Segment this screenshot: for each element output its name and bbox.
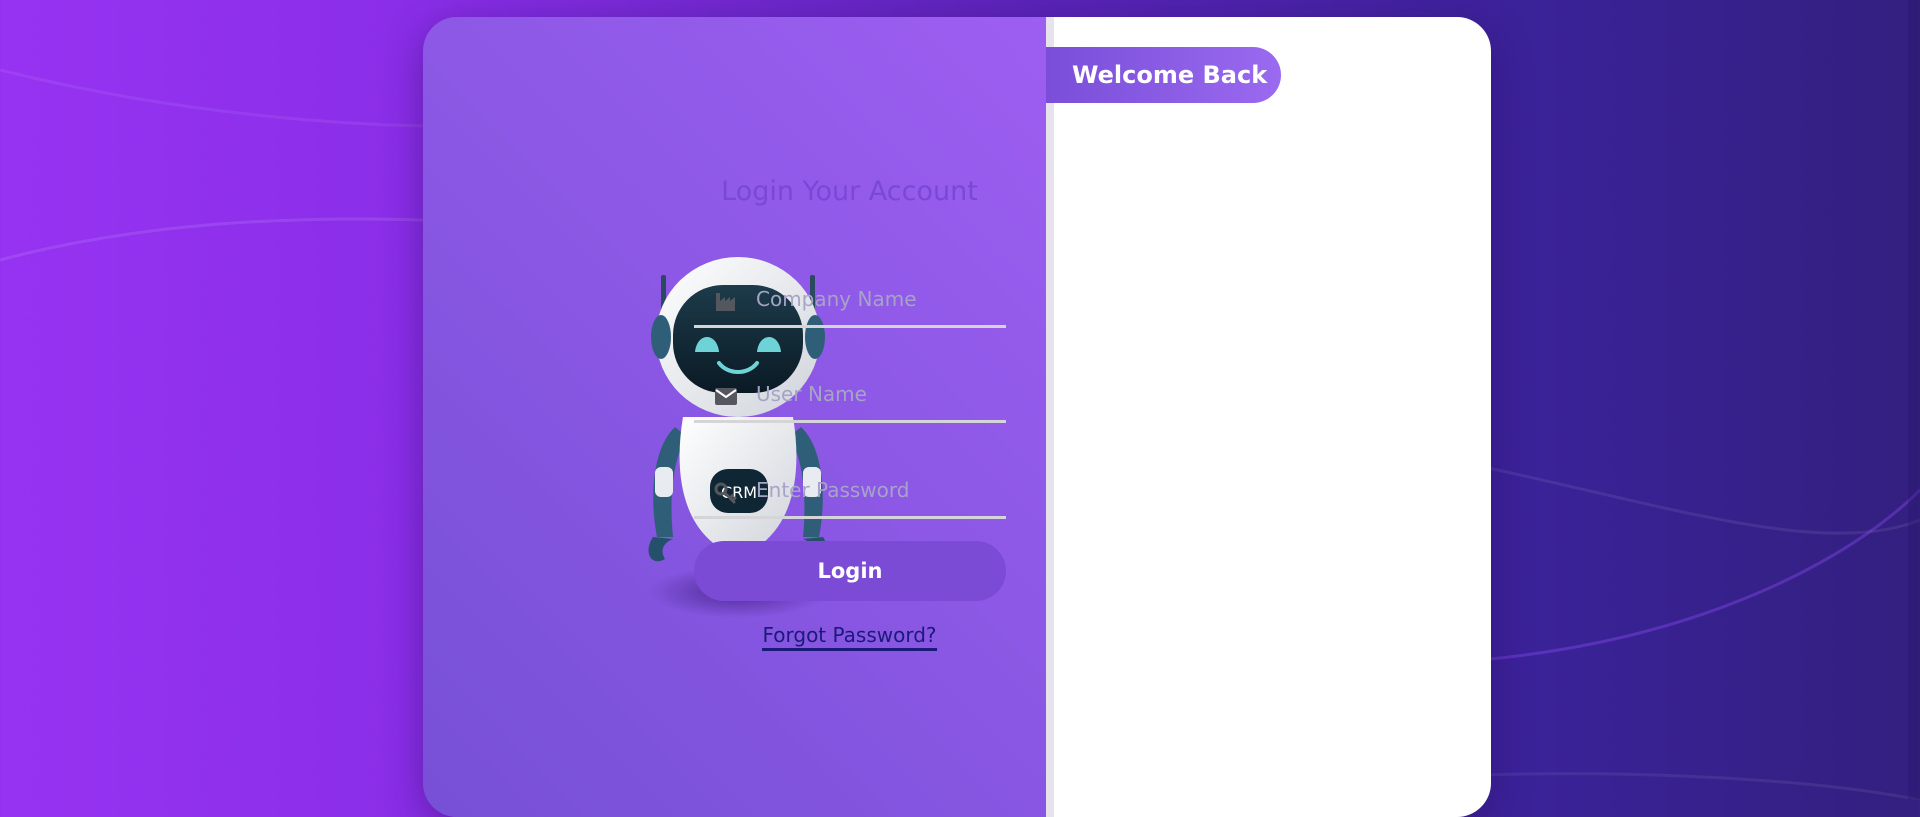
forgot-password-link[interactable]: Forgot Password? [762, 623, 937, 651]
user-name-input[interactable] [754, 376, 1003, 412]
company-name-input[interactable] [754, 281, 1003, 317]
user-name-field [694, 368, 1006, 423]
forgot-password-wrapper: Forgot Password? [631, 623, 1068, 651]
password-input[interactable] [754, 472, 1003, 508]
welcome-badge: Welcome Back [1046, 47, 1281, 103]
panel-divider [1046, 17, 1054, 817]
login-title: Login Your Account [721, 176, 978, 207]
company-name-field [694, 273, 1006, 328]
key-icon [714, 482, 737, 504]
page-scrollbar[interactable] [1908, 0, 1920, 800]
login-button[interactable]: Login [694, 541, 1006, 601]
industry-icon [716, 293, 735, 311]
envelope-icon [715, 388, 737, 405]
password-field [694, 464, 1006, 519]
form-panel [1054, 17, 1491, 817]
